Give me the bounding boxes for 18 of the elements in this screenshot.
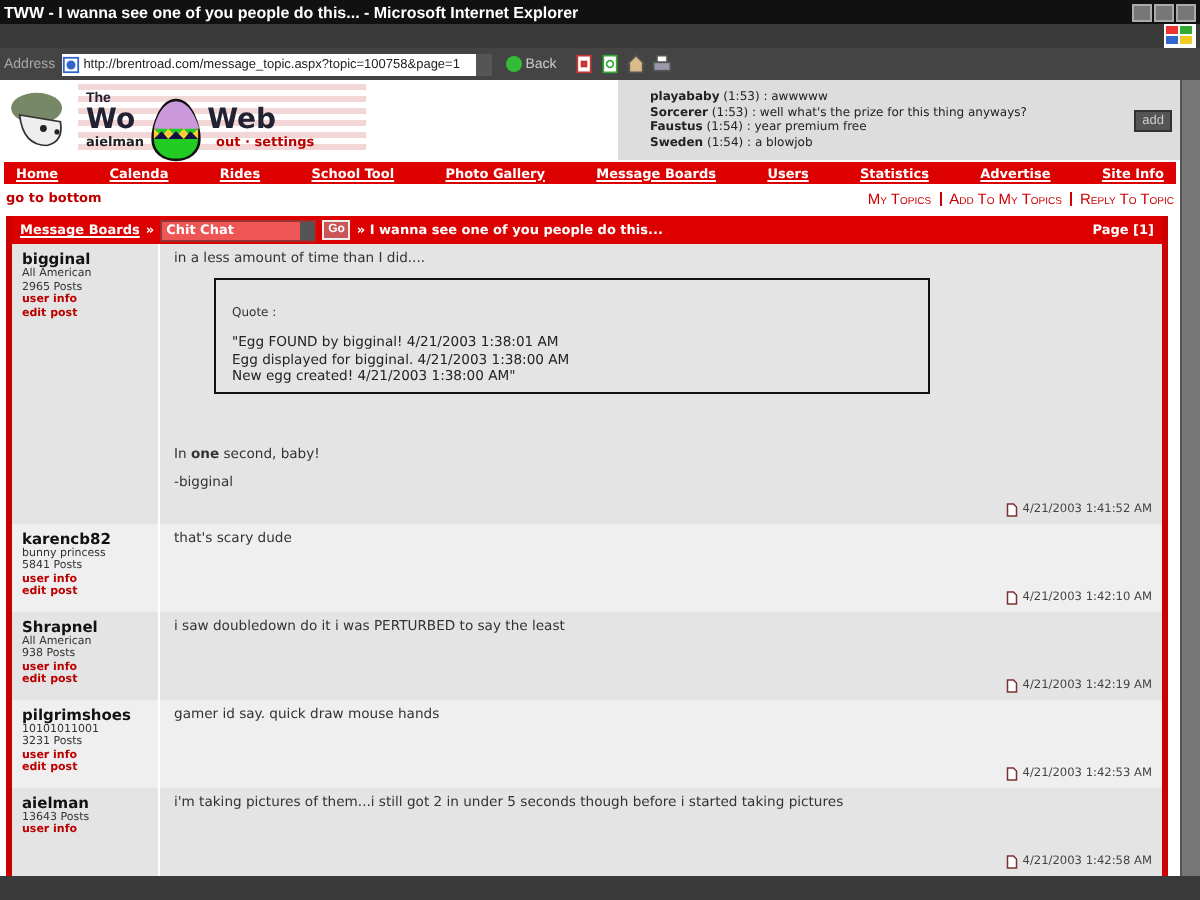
logo-text: Web <box>207 105 277 133</box>
refresh-icon[interactable] <box>600 54 621 74</box>
easter-egg-icon[interactable] <box>150 96 202 164</box>
document-icon[interactable] <box>1006 501 1019 517</box>
document-icon[interactable] <box>1006 589 1019 605</box>
document-icon[interactable] <box>1006 677 1019 693</box>
home-icon[interactable] <box>626 54 647 74</box>
window-title: TWW - I wanna see one of you people do this... - Microsoft Internet Explorer <box>4 3 579 21</box>
windows-logo-icon <box>1164 24 1196 48</box>
page-icon <box>61 55 80 73</box>
print-icon[interactable] <box>652 54 673 74</box>
logo-text: Wo <box>86 105 136 133</box>
separator-bar <box>939 191 942 205</box>
stop-icon[interactable] <box>574 54 595 74</box>
document-icon[interactable] <box>1006 765 1019 781</box>
document-icon[interactable] <box>1006 853 1019 869</box>
scrollbar[interactable] <box>1180 80 1200 876</box>
separator-bar <box>1069 191 1072 205</box>
